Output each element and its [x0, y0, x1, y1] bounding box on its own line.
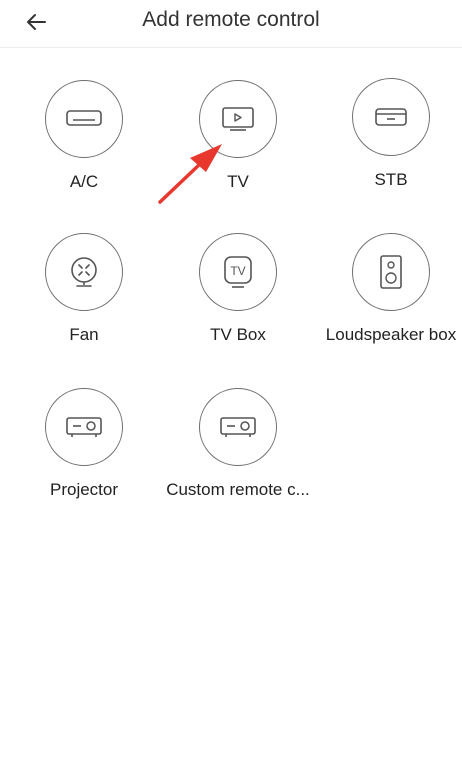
device-icon-circle — [352, 78, 430, 156]
device-label: Fan — [69, 325, 99, 344]
device-ac[interactable]: A/C — [9, 80, 159, 210]
tv-icon — [222, 107, 254, 131]
device-label: STB — [374, 170, 408, 189]
device-icon-circle — [352, 233, 430, 311]
speaker-icon — [380, 255, 402, 289]
device-label: TV — [227, 172, 249, 191]
set-top-box-icon — [375, 108, 407, 126]
projector-icon — [66, 417, 102, 437]
device-loudspeaker-box[interactable]: Loudspeaker box — [316, 233, 462, 363]
device-label: A/C — [69, 172, 99, 191]
device-label: Custom remote c... — [166, 480, 310, 499]
device-custom-remote[interactable]: Custom remote c... — [163, 388, 313, 518]
device-projector[interactable]: Projector — [9, 388, 159, 518]
app-header: Add remote control — [0, 0, 462, 48]
annotation-arrow-icon — [158, 144, 222, 204]
device-icon-circle: TV — [199, 233, 277, 311]
device-label: TV Box — [210, 325, 266, 344]
fan-icon — [71, 257, 97, 287]
page-title: Add remote control — [142, 8, 320, 31]
custom-remote-icon — [220, 417, 256, 437]
device-icon-circle — [45, 80, 123, 158]
device-stb[interactable]: STB — [316, 78, 462, 208]
svg-text:TV: TV — [230, 264, 245, 278]
device-tv-box[interactable]: TV TV Box — [163, 233, 313, 363]
device-label: Loudspeaker box — [325, 325, 457, 344]
device-icon-circle — [45, 233, 123, 311]
air-conditioner-icon — [66, 110, 102, 126]
device-icon-circle — [45, 388, 123, 466]
device-icon-circle — [199, 388, 277, 466]
device-label: Projector — [49, 480, 119, 499]
device-fan[interactable]: Fan — [9, 233, 159, 363]
tv-box-icon: TV — [224, 256, 252, 288]
